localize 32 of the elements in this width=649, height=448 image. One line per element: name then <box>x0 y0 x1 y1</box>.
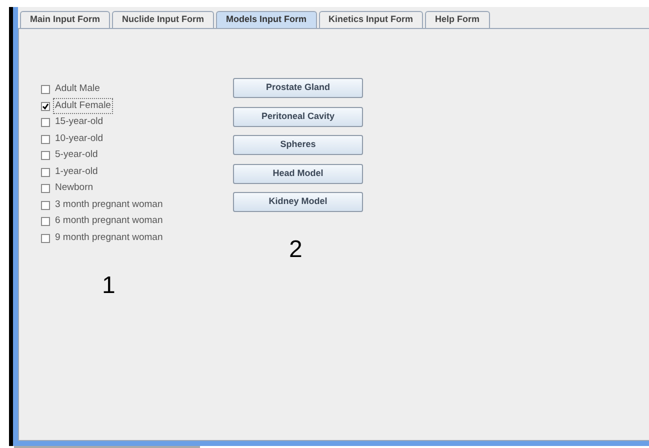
checkbox-label: 3 month pregnant woman <box>54 198 164 212</box>
checkbox[interactable] <box>41 234 50 242</box>
model-button[interactable]: Peritoneal Cavity <box>233 106 363 126</box>
tab[interactable]: Main Input Form <box>20 11 110 28</box>
checkbox[interactable] <box>41 217 50 226</box>
checkbox[interactable] <box>41 118 50 127</box>
tab[interactable]: Models Input Form <box>216 11 316 28</box>
tab[interactable]: Nuclide Input Form <box>112 11 214 28</box>
checkbox-label: 9 month pregnant woman <box>54 230 164 245</box>
checkbox[interactable] <box>41 200 50 210</box>
checkbox-label: 6 month pregnant woman <box>54 214 164 228</box>
checkbox-label: 1-year-old <box>54 164 99 179</box>
checkbox-label: Newborn <box>54 181 94 196</box>
checkbox-label: Adult Male <box>54 82 101 96</box>
checkbox-label: 15-year-old <box>54 115 104 130</box>
tab[interactable]: Kinetics Input Form <box>318 11 424 28</box>
model-button[interactable]: Spheres <box>233 135 363 155</box>
checkbox-label: 10-year-old <box>54 132 104 146</box>
checkbox[interactable] <box>41 102 50 110</box>
checkbox[interactable] <box>41 134 50 144</box>
annotation-number: 2 <box>289 238 302 262</box>
checkbox[interactable] <box>41 168 50 176</box>
checkbox-label: 5-year-old <box>54 148 99 162</box>
checkbox-label: Adult Female <box>54 98 112 114</box>
model-button[interactable]: Head Model <box>233 164 363 184</box>
model-button[interactable]: Prostate Gland <box>233 78 363 98</box>
tab[interactable]: Help Form <box>425 11 490 28</box>
annotation-number: 1 <box>102 274 116 298</box>
checkbox[interactable] <box>41 184 50 193</box>
checkbox[interactable] <box>41 151 50 160</box>
checkbox[interactable] <box>41 85 50 94</box>
model-button[interactable]: Kidney Model <box>233 192 363 212</box>
